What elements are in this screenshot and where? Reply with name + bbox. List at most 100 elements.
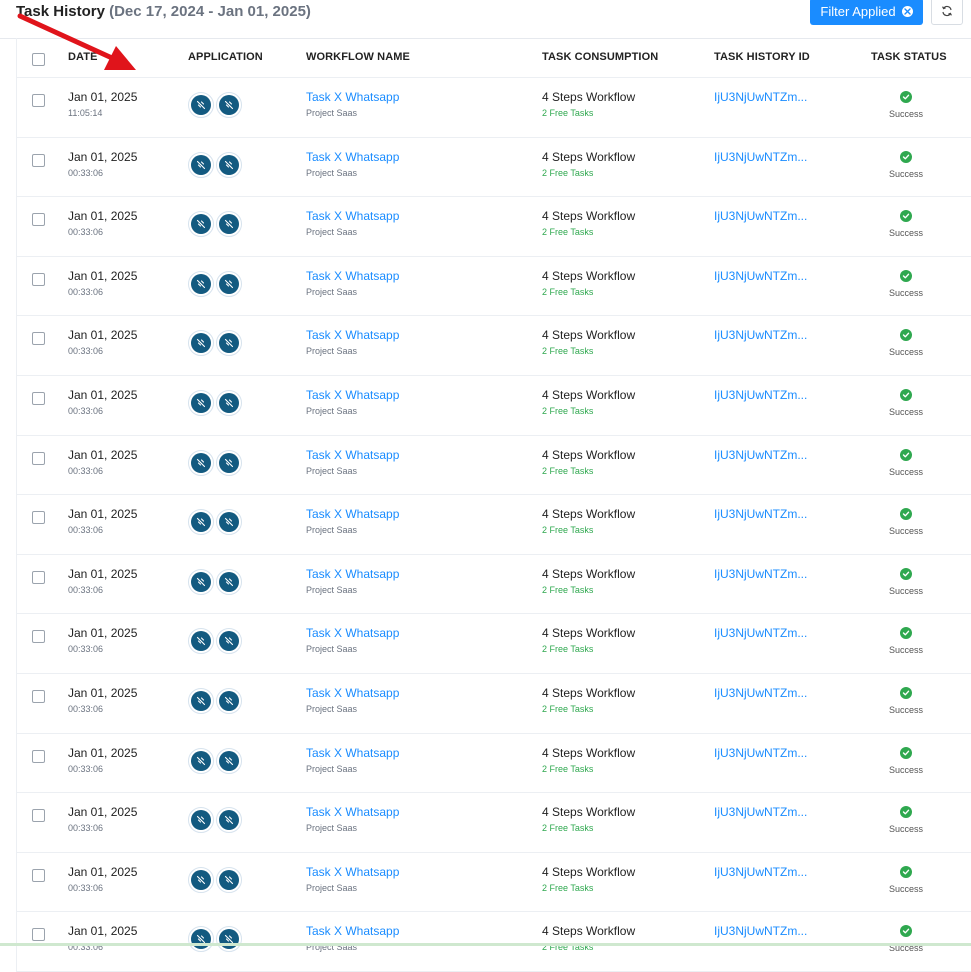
table-row[interactable]: Jan 01, 2025 00:33:06 Task X Whatsapp Pr… [17,257,971,317]
row-checkbox[interactable] [32,272,45,286]
close-circle-icon[interactable] [901,6,913,17]
task-history-id-link[interactable]: IjU3NjUwNTZm... [714,507,807,521]
task-consumption: 4 Steps Workflow [542,149,636,164]
app-logo-icon [188,389,214,416]
table-row[interactable]: Jan 01, 2025 00:33:06 Task X Whatsapp Pr… [17,316,971,376]
row-checkbox[interactable] [32,809,45,823]
table-row[interactable]: Jan 01, 2025 00:33:06 Task X Whatsapp Pr… [17,793,971,853]
task-history-id-link[interactable]: IjU3NjUwNTZm... [714,924,807,938]
row-date: Jan 01, 2025 [68,447,138,462]
table-header: DATE APPLICATION WORKFLOW NAME TASK CONS… [17,38,971,78]
table-row[interactable]: Jan 01, 2025 00:33:06 Task X Whatsapp Pr… [17,614,971,674]
column-application[interactable]: APPLICATION [188,51,263,63]
task-history-id-link[interactable]: IjU3NjUwNTZm... [714,388,807,402]
task-history-id-link[interactable]: IjU3NjUwNTZm... [714,90,807,104]
workflow-name-link[interactable]: Task X Whatsapp [306,328,399,342]
refresh-button[interactable] [931,0,963,25]
row-checkbox[interactable] [32,689,45,703]
task-consumption: 4 Steps Workflow [542,447,636,462]
task-history-id-link[interactable]: IjU3NjUwNTZm... [714,626,807,640]
workflow-name-link[interactable]: Task X Whatsapp [306,90,399,104]
task-consumption: 4 Steps Workflow [542,745,636,760]
row-checkbox[interactable] [32,153,45,167]
task-history-id-link[interactable]: IjU3NjUwNTZm... [714,328,807,342]
application-icons [188,389,242,416]
application-icons [188,687,242,714]
row-time: 11:05:14 [68,108,103,118]
status-badge: Success [888,466,923,477]
workflow-name-link[interactable]: Task X Whatsapp [306,865,399,879]
row-checkbox[interactable] [32,570,45,584]
app-logo-icon [188,509,214,536]
task-history-id-link[interactable]: IjU3NjUwNTZm... [714,150,807,164]
row-time: 00:33:06 [68,763,104,774]
task-consumption: 4 Steps Workflow [542,268,636,283]
table-row[interactable]: Jan 01, 2025 00:33:06 Task X Whatsapp Pr… [17,495,971,555]
task-history-id-link[interactable]: IjU3NjUwNTZm... [714,686,807,700]
row-checkbox[interactable] [32,630,45,644]
workflow-project: Project Saas [306,167,358,178]
row-checkbox[interactable] [32,451,45,465]
status-badge: Success [888,645,923,656]
table-row[interactable]: Jan 01, 2025 00:33:06 Task X Whatsapp Pr… [17,436,971,496]
workflow-name-link[interactable]: Task X Whatsapp [306,448,399,462]
app-logo-icon [216,747,242,774]
table-row[interactable]: Jan 01, 2025 00:33:06 Task X Whatsapp Pr… [17,674,971,734]
table-row[interactable]: Jan 01, 2025 00:33:06 Task X Whatsapp Pr… [17,734,971,794]
task-history-id-link[interactable]: IjU3NjUwNTZm... [714,805,807,819]
column-task-status[interactable]: TASK STATUS [871,51,947,63]
row-time: 00:33:06 [68,584,104,595]
task-consumption: 4 Steps Workflow [542,507,636,522]
row-time: 00:33:06 [68,167,104,178]
table-row[interactable]: Jan 01, 2025 00:33:06 Task X Whatsapp Pr… [17,197,971,257]
workflow-name-link[interactable]: Task X Whatsapp [306,150,399,164]
app-logo-icon [216,807,242,834]
workflow-name-link[interactable]: Task X Whatsapp [306,746,399,760]
column-date[interactable]: DATE [68,51,98,63]
workflow-name-link[interactable]: Task X Whatsapp [306,507,399,521]
row-checkbox[interactable] [32,511,45,525]
row-checkbox[interactable] [32,94,45,107]
table-row[interactable]: Jan 01, 2025 11:05:14 Task X Whatsapp Pr… [17,78,971,138]
row-checkbox[interactable] [32,749,45,763]
workflow-name-link[interactable]: Task X Whatsapp [306,626,399,640]
workflow-name-link[interactable]: Task X Whatsapp [306,805,399,819]
free-tasks: 2 Free Tasks [542,525,594,536]
workflow-name-link[interactable]: Task X Whatsapp [306,924,399,938]
column-workflow-name[interactable]: WORKFLOW NAME [306,51,410,63]
table-row[interactable]: Jan 01, 2025 00:33:06 Task X Whatsapp Pr… [17,376,971,436]
app-logo-icon [188,92,214,118]
app-logo-icon [188,628,214,655]
table-row[interactable]: Jan 01, 2025 00:33:06 Task X Whatsapp Pr… [17,555,971,615]
row-checkbox[interactable] [32,332,45,346]
workflow-name-link[interactable]: Task X Whatsapp [306,269,399,283]
select-all-checkbox[interactable] [32,53,45,66]
row-checkbox[interactable] [32,928,45,942]
table-row[interactable]: Jan 01, 2025 00:33:06 Task X Whatsapp Pr… [17,138,971,198]
row-checkbox[interactable] [32,868,45,882]
workflow-name-link[interactable]: Task X Whatsapp [306,686,399,700]
row-date: Jan 01, 2025 [68,387,138,402]
task-history-id-link[interactable]: IjU3NjUwNTZm... [714,269,807,283]
task-history-id-link[interactable]: IjU3NjUwNTZm... [714,448,807,462]
application-icons [188,330,242,357]
table-row[interactable]: Jan 01, 2025 00:33:06 Task X Whatsapp Pr… [17,853,971,913]
column-task-consumption[interactable]: TASK CONSUMPTION [542,51,658,63]
task-history-id-link[interactable]: IjU3NjUwNTZm... [714,209,807,223]
workflow-name-link[interactable]: Task X Whatsapp [306,209,399,223]
check-circle-icon [900,508,912,521]
row-checkbox[interactable] [32,213,45,227]
app-logo-icon [188,926,214,953]
workflow-name-link[interactable]: Task X Whatsapp [306,567,399,581]
filter-applied-button[interactable]: Filter Applied [810,0,923,25]
row-checkbox[interactable] [32,391,45,405]
workflow-name-link[interactable]: Task X Whatsapp [306,388,399,402]
row-time: 00:33:06 [68,525,104,536]
task-history-id-link[interactable]: IjU3NjUwNTZm... [714,567,807,581]
column-task-history-id[interactable]: TASK HISTORY ID [714,51,810,63]
row-date: Jan 01, 2025 [68,90,138,104]
task-history-id-link[interactable]: IjU3NjUwNTZm... [714,865,807,879]
row-date: Jan 01, 2025 [68,805,138,820]
check-circle-icon [900,865,912,878]
task-history-id-link[interactable]: IjU3NjUwNTZm... [714,746,807,760]
